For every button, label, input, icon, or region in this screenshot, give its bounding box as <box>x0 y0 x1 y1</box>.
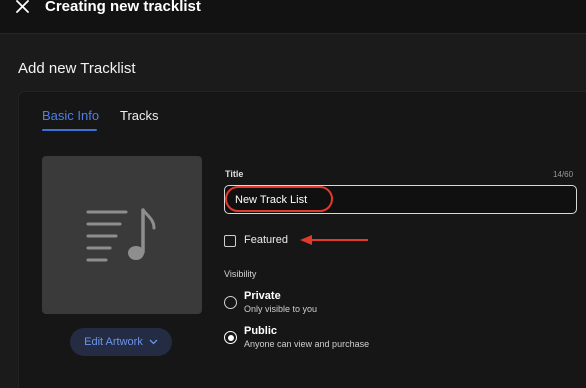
window-title: Creating new tracklist <box>45 0 201 15</box>
title-label: Title <box>225 169 244 179</box>
active-tab-indicator <box>42 129 97 131</box>
tab-basic-info[interactable]: Basic Info <box>42 108 99 123</box>
featured-checkbox[interactable] <box>224 235 236 247</box>
chevron-down-icon <box>149 337 158 348</box>
arrow-annotation <box>300 235 368 245</box>
tab-tracks[interactable]: Tracks <box>120 108 159 123</box>
radio-selected-dot <box>227 334 234 341</box>
title-char-count: 14/60 <box>553 170 574 179</box>
page-heading: Add new Tracklist <box>18 60 136 77</box>
private-option-title: Private <box>244 290 281 302</box>
public-option-title: Public <box>244 325 278 337</box>
edit-artwork-label: Edit Artwork <box>84 336 143 348</box>
visibility-label: Visibility <box>224 269 257 279</box>
close-button[interactable] <box>14 0 36 18</box>
top-bar: Creating new tracklist <box>0 0 586 34</box>
public-radio[interactable] <box>224 331 237 344</box>
featured-label: Featured <box>244 234 289 246</box>
close-icon <box>16 0 29 13</box>
music-list-icon <box>86 208 156 262</box>
title-input[interactable] <box>224 185 577 214</box>
private-option-description: Only visible to you <box>244 304 318 314</box>
public-option-description: Anyone can view and purchase <box>244 339 370 349</box>
edit-artwork-button[interactable]: Edit Artwork <box>70 328 172 356</box>
private-radio[interactable] <box>224 296 237 309</box>
artwork-placeholder <box>42 156 202 314</box>
